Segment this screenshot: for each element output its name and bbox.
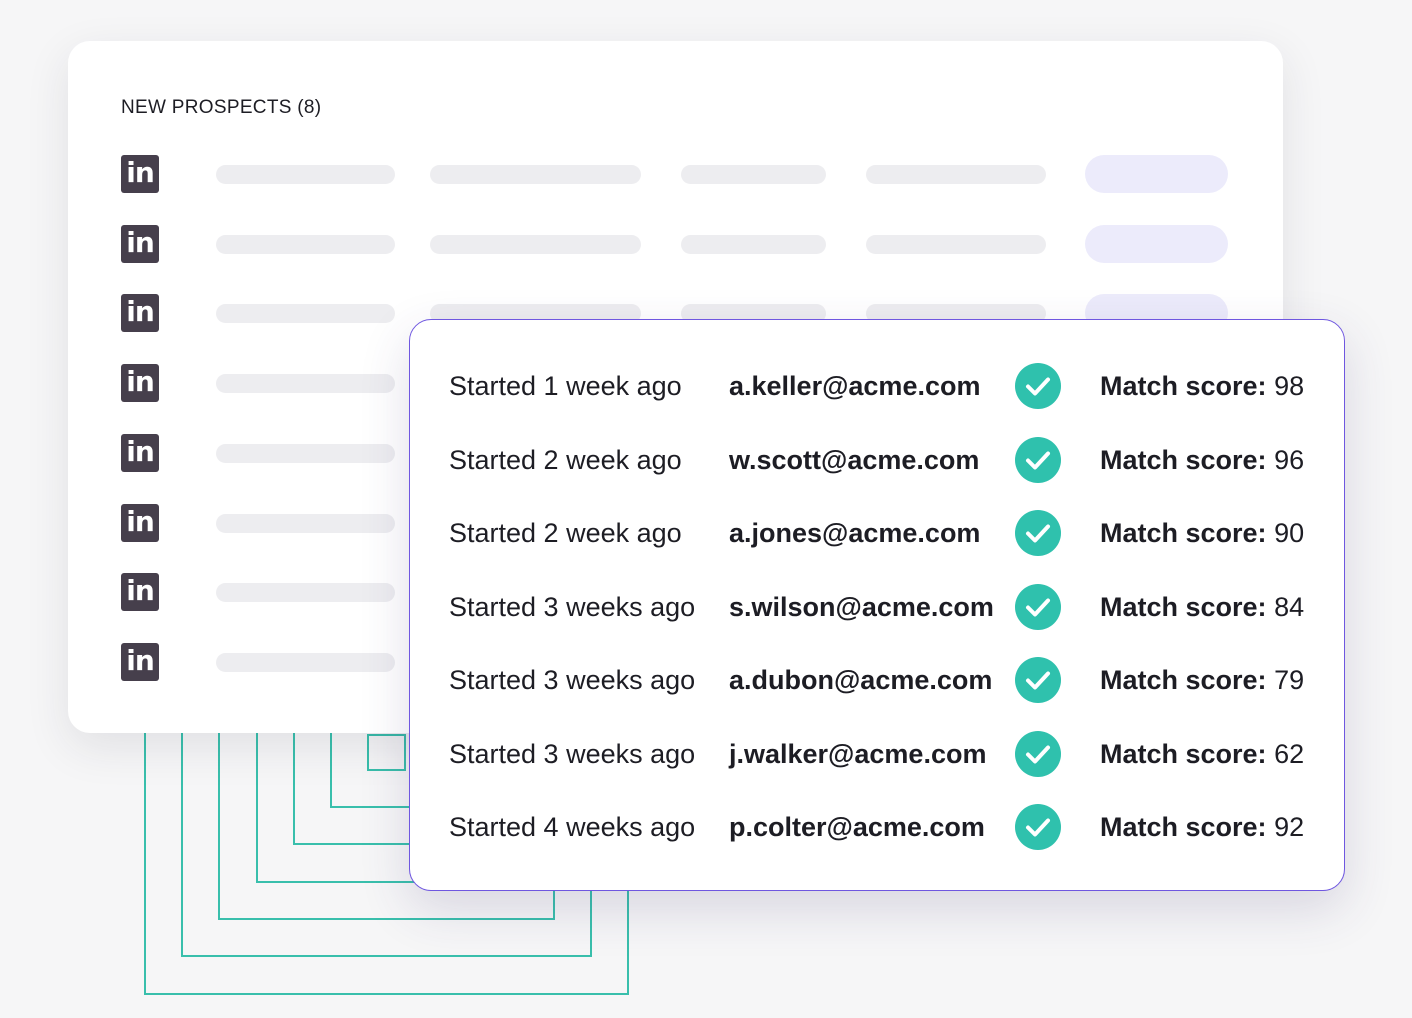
started-time: Started 2 week ago (449, 444, 682, 475)
contact-email: a.keller@acme.com (729, 371, 981, 401)
placeholder-pill (1085, 224, 1228, 263)
contact-row[interactable]: Started 4 weeks ago p.colter@acme.com Matc… (410, 802, 1344, 852)
placeholder-bar (866, 165, 1046, 184)
linkedin-icon-glyph: in (126, 504, 155, 538)
linkedin-icon[interactable]: in (121, 642, 159, 681)
match-score-label: Match score: (1100, 665, 1267, 695)
placeholder-bar (681, 234, 826, 254)
placeholder-bar (216, 234, 395, 254)
linkedin-icon[interactable]: in (121, 573, 159, 612)
match-score-value: 84 (1274, 591, 1305, 622)
linkedin-icon-glyph: in (126, 434, 155, 468)
started-time: Started 4 weeks ago (449, 812, 696, 842)
linkedin-icon-glyph: in (126, 365, 155, 399)
match-score-label: Match score: (1100, 591, 1267, 622)
linkedin-icon[interactable]: in (121, 433, 159, 472)
match-score-label: Match score: (1100, 444, 1267, 475)
linkedin-icon[interactable]: in (121, 224, 159, 263)
match-score-label: Match score: (1100, 738, 1267, 769)
match-score: Match score: 92 (1100, 812, 1304, 842)
matched-contacts-panel: Started 1 week ago a.keller@acme.com Match… (409, 319, 1345, 891)
match-score-value: 90 (1274, 518, 1305, 548)
check-circle-icon (1015, 583, 1061, 630)
match-score: Match score: 62 (1100, 739, 1304, 769)
check-circle-icon (1015, 657, 1061, 703)
match-score: Match score: 84 (1100, 592, 1304, 622)
check-circle-icon (1015, 730, 1061, 777)
linkedin-icon-glyph: in (126, 295, 155, 329)
match-score-value: 62 (1274, 738, 1305, 769)
prospect-row[interactable]: in (68, 155, 1283, 195)
match-score-value: 98 (1274, 371, 1305, 401)
contact-row[interactable]: Started 1 week ago a.keller@acme.com Match… (410, 361, 1344, 411)
match-score-value: 96 (1274, 444, 1305, 475)
placeholder-bar (216, 374, 395, 394)
placeholder-bar (430, 165, 641, 184)
linkedin-icon-glyph: in (126, 643, 155, 677)
placeholder-bar (216, 443, 395, 463)
match-score-value: 79 (1274, 665, 1305, 695)
linkedin-icon-glyph: in (126, 225, 155, 259)
placeholder-bar (866, 234, 1046, 254)
match-score-label: Match score: (1100, 518, 1267, 548)
started-time: Started 1 week ago (449, 371, 682, 401)
contact-email: p.colter@acme.com (729, 812, 985, 842)
placeholder-pill (1085, 155, 1228, 193)
contact-email: w.scott@acme.com (729, 444, 980, 475)
linkedin-icon[interactable]: in (121, 294, 159, 333)
check-circle-icon (1015, 804, 1061, 850)
match-score: Match score: 79 (1100, 665, 1304, 695)
linkedin-icon-glyph: in (126, 156, 155, 189)
placeholder-bar (216, 304, 395, 324)
match-score-label: Match score: (1100, 371, 1267, 401)
check-circle-icon (1015, 510, 1061, 556)
contact-row[interactable]: Started 2 week ago w.scott@acme.com Match … (410, 435, 1344, 485)
match-score-label: Match score: (1100, 812, 1267, 842)
linkedin-icon[interactable]: in (121, 364, 159, 403)
check-circle-icon (1015, 363, 1061, 409)
match-score: Match score: 90 (1100, 518, 1304, 548)
placeholder-bar (216, 652, 395, 672)
linkedin-icon[interactable]: in (121, 503, 159, 542)
started-time: Started 3 weeks ago (449, 665, 696, 695)
contact-row[interactable]: Started 2 week ago a.jones@acme.com Match … (410, 508, 1344, 558)
check-circle-icon (1015, 436, 1061, 483)
placeholder-bar (681, 165, 826, 184)
match-score-value: 92 (1274, 812, 1305, 842)
started-time: Started 3 weeks ago (449, 738, 696, 769)
contact-email: s.wilson@acme.com (729, 591, 994, 622)
started-time: Started 2 week ago (449, 518, 682, 548)
contact-row[interactable]: Started 3 weeks ago a.dubon@acme.com Match… (410, 655, 1344, 705)
placeholder-bar (430, 234, 641, 254)
prospect-row[interactable]: in (68, 224, 1283, 265)
contact-row[interactable]: Started 3 weeks ago j.walker@acme.com Matc… (410, 729, 1344, 779)
contact-email: a.dubon@acme.com (729, 665, 993, 695)
started-time: Started 3 weeks ago (449, 591, 696, 622)
placeholder-bar (216, 513, 395, 533)
linkedin-icon-glyph: in (126, 574, 155, 608)
linkedin-icon[interactable]: in (121, 155, 159, 193)
contact-email: j.walker@acme.com (729, 738, 987, 769)
contact-email: a.jones@acme.com (729, 518, 981, 548)
match-score: Match score: 96 (1100, 445, 1304, 475)
placeholder-bar (216, 165, 395, 184)
match-score: Match score: 98 (1100, 371, 1304, 401)
placeholder-bar (216, 583, 395, 603)
contact-row[interactable]: Started 3 weeks ago s.wilson@acme.com Matc… (410, 582, 1344, 632)
prospects-panel-title: NEW PROSPECTS (8) (121, 97, 322, 118)
